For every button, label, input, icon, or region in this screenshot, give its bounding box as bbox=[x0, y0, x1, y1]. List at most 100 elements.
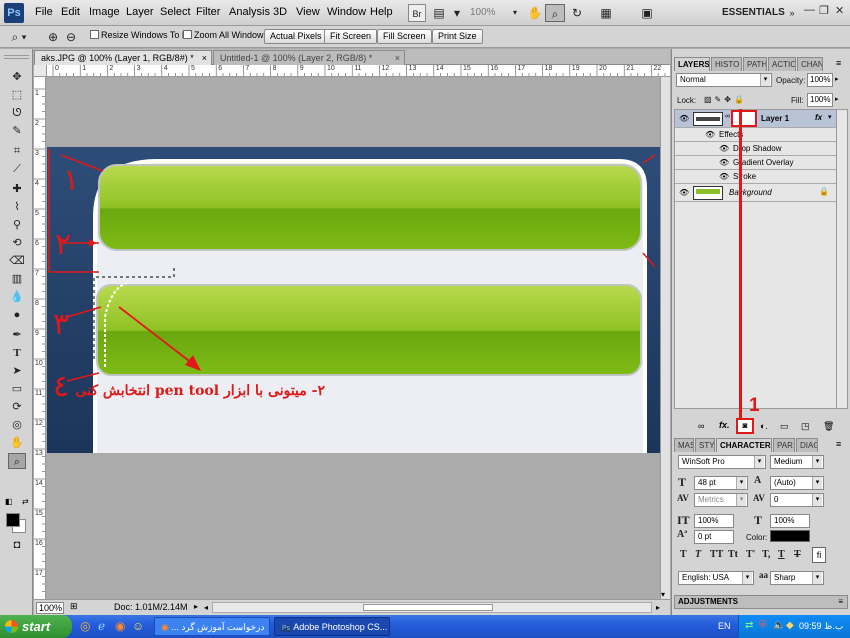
quick-selection-icon[interactable]: ✎ bbox=[8, 123, 26, 139]
crop-tool-icon[interactable]: ⌗ bbox=[8, 143, 26, 159]
ruler-origin[interactable] bbox=[34, 65, 47, 77]
eraser-icon[interactable]: ⌫ bbox=[8, 253, 26, 269]
type-tool-icon[interactable]: T bbox=[8, 345, 26, 361]
close-icon[interactable]: × bbox=[395, 51, 400, 65]
vertical-scale-field[interactable]: 100% bbox=[694, 514, 734, 528]
tracking-field[interactable]: 0 ▾ bbox=[770, 493, 824, 507]
scroll-down-icon[interactable]: ▾ bbox=[661, 590, 665, 599]
default-colors-icon[interactable]: ◧ bbox=[5, 497, 13, 506]
layer-row-background[interactable]: 👁 Background 🔒 bbox=[675, 184, 838, 202]
expand-arrow-icon[interactable]: ▾ bbox=[828, 113, 832, 121]
fill-arrow-icon[interactable]: ▸ bbox=[835, 95, 839, 103]
layer-row-layer1[interactable]: 👁 ∞ Layer 1 fx ▾ bbox=[675, 110, 838, 128]
vertical-scrollbar[interactable]: ▾ bbox=[660, 77, 670, 599]
menu-window[interactable]: Window bbox=[327, 6, 366, 18]
language-select[interactable]: English: USA ▾ bbox=[678, 571, 754, 585]
subscript-button[interactable]: T, bbox=[762, 549, 770, 560]
hand-tool-icon[interactable]: ✋ bbox=[8, 435, 26, 451]
chain-icon[interactable]: ∞ bbox=[725, 113, 730, 120]
actual-pixels-button[interactable]: Actual Pixels bbox=[264, 29, 328, 44]
menu-help[interactable]: Help bbox=[370, 6, 393, 18]
menu-3d[interactable]: 3D bbox=[273, 6, 287, 18]
document-canvas[interactable]: ١ ٢ ٣ ٤ ٢- میتونی با ابزار pen tool انتخ… bbox=[47, 147, 660, 453]
menu-analysis[interactable]: Analysis bbox=[229, 6, 270, 18]
faux-italic-button[interactable]: T bbox=[695, 549, 701, 560]
restore-icon[interactable]: ❐ bbox=[819, 4, 829, 17]
clone-stamp-icon[interactable]: ⚲ bbox=[8, 217, 26, 233]
move-tool-icon[interactable]: ✥ bbox=[8, 69, 26, 85]
lasso-tool-icon[interactable]: ᘎ bbox=[8, 105, 26, 121]
menu-filter[interactable]: Filter bbox=[196, 6, 220, 18]
link-layers-icon[interactable]: ∞ bbox=[698, 421, 704, 431]
menu-edit[interactable]: Edit bbox=[61, 6, 80, 18]
zoom-tool-icon[interactable]: ⌕ bbox=[8, 453, 26, 469]
shape-tool-icon[interactable]: ▭ bbox=[8, 381, 26, 397]
zoom-preset-icon[interactable]: ⌕ ▾ bbox=[8, 28, 30, 46]
horizontal-ruler[interactable]: 0 1 2 3 4 5 6 7 8 9 10 11 12 13 14 15 16 17 18 19 20 21 22 bbox=[47, 65, 670, 77]
language-indicator[interactable]: EN bbox=[718, 621, 731, 631]
panel-menu-icon[interactable]: ≡ bbox=[836, 58, 841, 68]
all-caps-button[interactable]: TT bbox=[710, 549, 723, 560]
print-size-button[interactable]: Print Size bbox=[432, 29, 483, 44]
tray-volume-icon[interactable]: 🔈 bbox=[773, 620, 785, 631]
tab-history[interactable]: HISTO bbox=[711, 57, 742, 71]
fill-screen-button[interactable]: Fill Screen bbox=[377, 29, 432, 44]
kerning-field[interactable]: Metrics ▾ bbox=[694, 493, 748, 507]
adjustment-layer-icon[interactable]: ◐. bbox=[760, 421, 768, 431]
minimize-icon[interactable]: — bbox=[804, 4, 815, 16]
effect-stroke[interactable]: 👁 Stroke bbox=[675, 170, 838, 184]
close-icon[interactable]: ✕ bbox=[835, 4, 844, 17]
scroll-left-icon[interactable]: ◂ bbox=[204, 603, 208, 612]
font-size-field[interactable]: 48 pt ▾ bbox=[694, 476, 748, 490]
healing-brush-icon[interactable]: ✚ bbox=[8, 181, 26, 197]
ligature-button[interactable]: fi bbox=[812, 547, 826, 563]
swap-colors-icon[interactable]: ⇄ bbox=[22, 497, 29, 506]
horizontal-scroll-thumb[interactable] bbox=[363, 604, 493, 611]
small-caps-button[interactable]: Tt bbox=[728, 549, 738, 560]
panel-menu-icon[interactable]: ≡ bbox=[838, 596, 843, 608]
layer-mask-thumbnail[interactable] bbox=[731, 110, 757, 127]
tab-channels[interactable]: CHAN bbox=[797, 57, 823, 71]
leading-field[interactable]: (Auto) ▾ bbox=[770, 476, 824, 490]
menu-image[interactable]: Image bbox=[89, 6, 120, 18]
visibility-eye-icon[interactable]: 👁 bbox=[719, 144, 729, 153]
trash-icon[interactable]: 🗑 bbox=[823, 421, 834, 432]
font-family-select[interactable]: WinSoft Pro ▾ bbox=[678, 455, 766, 469]
horizontal-scrollbar[interactable] bbox=[212, 602, 652, 613]
strikethrough-button[interactable]: T bbox=[794, 549, 801, 560]
workspace-arrow-icon[interactable]: » bbox=[786, 4, 798, 22]
tray-security-icon[interactable]: ⛨ bbox=[759, 620, 767, 631]
opacity-field[interactable]: 100% bbox=[807, 73, 833, 87]
menu-file[interactable]: File bbox=[35, 6, 53, 18]
adjustments-panel-header[interactable]: ADJUSTMENTS ≡ bbox=[674, 595, 848, 609]
status-arrow-icon[interactable]: ▸ bbox=[194, 602, 198, 611]
3d-orbit-icon[interactable]: ◎ bbox=[8, 417, 26, 433]
zoom-out-icon[interactable]: ⊖ bbox=[64, 28, 78, 46]
rotate-view-icon[interactable]: ↻ bbox=[568, 4, 586, 22]
lock-icons[interactable]: ▨✎✥🔒 bbox=[704, 95, 747, 104]
tab-aks-jpg[interactable]: aks.JPG @ 100% (Layer 1, RGB/8#) * × bbox=[34, 50, 212, 65]
canvas-area[interactable]: ١ ٢ ٣ ٤ ٢- میتونی با ابزار pen tool انتخ… bbox=[47, 77, 660, 599]
3d-rotate-icon[interactable]: ⟳ bbox=[8, 399, 26, 415]
quick-mask-icon[interactable]: ◘ bbox=[8, 537, 26, 553]
effect-drop-shadow[interactable]: 👁 Drop Shadow bbox=[675, 142, 838, 156]
chevron-down-icon[interactable]: ▾ bbox=[510, 4, 520, 22]
vertical-ruler[interactable]: 1 2 3 4 5 6 7 8 9 10 11 12 13 14 15 16 17 bbox=[34, 77, 46, 599]
zoom-in-icon[interactable]: ⊕ bbox=[46, 28, 60, 46]
start-button[interactable]: start bbox=[0, 615, 72, 638]
visibility-eye-icon[interactable]: 👁 bbox=[719, 172, 729, 181]
path-selection-icon[interactable]: ➤ bbox=[8, 363, 26, 379]
menu-layer[interactable]: Layer bbox=[126, 6, 154, 18]
tab-masks[interactable]: MAS bbox=[674, 438, 694, 452]
zoom-all-windows-checkbox[interactable]: Zoom All Windows bbox=[183, 30, 268, 40]
firefox-icon[interactable]: ◉ bbox=[115, 619, 125, 633]
taskbar-button-photoshop[interactable]: Ps Adobe Photoshop CS... bbox=[274, 617, 390, 636]
visibility-eye-icon[interactable]: 👁 bbox=[679, 114, 689, 123]
taskbar-button-browser[interactable]: ◉ ... درخواست آموزش گرد bbox=[154, 617, 270, 636]
ie-icon[interactable]: ℯ bbox=[98, 619, 105, 633]
status-icon[interactable]: ⊞ bbox=[70, 601, 78, 612]
tray-network-icon[interactable]: ⇄ bbox=[745, 620, 753, 631]
brush-tool-icon[interactable]: ⌇ bbox=[8, 199, 26, 215]
visibility-eye-icon[interactable]: 👁 bbox=[679, 188, 689, 197]
workspace-switcher[interactable]: ESSENTIALS bbox=[722, 7, 785, 18]
